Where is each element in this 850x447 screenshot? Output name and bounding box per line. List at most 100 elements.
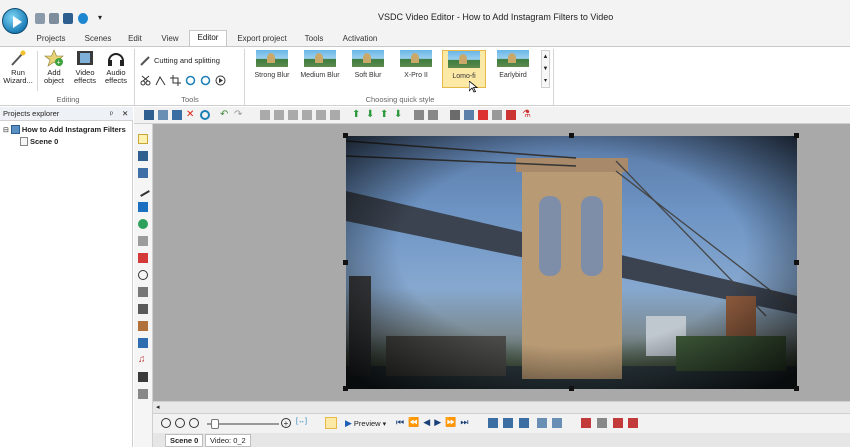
preview-button[interactable]: ▶ Preview ▾ [345, 418, 386, 429]
resize-handle[interactable] [569, 386, 574, 391]
cut-icon[interactable] [144, 110, 154, 120]
transport-controls[interactable]: ⏮⏪◀▶⏩⏭ [396, 417, 472, 428]
resize-handle[interactable] [794, 260, 799, 265]
scene-tab-scene-0[interactable]: Scene 0 [165, 434, 204, 447]
brush-tool-icon[interactable] [138, 287, 148, 297]
select-all-icon[interactable] [200, 110, 210, 120]
paste-icon[interactable] [172, 110, 182, 120]
style-soft-blur[interactable]: Soft Blur [346, 50, 390, 88]
pin-icon[interactable]: ᵖ [110, 107, 113, 121]
rectangle-tool-icon[interactable] [138, 202, 148, 212]
position-icon[interactable] [450, 110, 460, 120]
run-wizard-button[interactable]: Run Wizard... [2, 49, 34, 85]
layout-icon[interactable] [492, 110, 502, 120]
animation-tool-icon[interactable] [138, 321, 148, 331]
crop-icon[interactable] [170, 75, 181, 86]
new-project-icon[interactable] [35, 13, 45, 24]
split-icon[interactable] [519, 418, 529, 428]
move-up-icon[interactable]: ⬆ [352, 110, 362, 120]
loop-icon[interactable] [537, 418, 547, 428]
line-tool-icon[interactable] [136, 183, 150, 197]
curve-tool-icon[interactable] [138, 236, 148, 246]
resize-handle[interactable] [794, 386, 799, 391]
speed-icon[interactable] [215, 75, 226, 86]
undo-icon[interactable]: ↶ [220, 110, 230, 120]
style-gallery-scroll[interactable]: ▲ ▼ ▾ [541, 50, 550, 88]
tree-scene-node[interactable]: Scene 0 [20, 137, 58, 146]
save-icon[interactable] [63, 13, 73, 24]
resize-handle[interactable] [569, 133, 574, 138]
scroll-left-icon[interactable]: ◂ [156, 403, 160, 411]
video-effects-button[interactable]: Video effects [70, 49, 100, 85]
group-icon[interactable] [414, 110, 424, 120]
tab-tools[interactable]: Tools [300, 33, 328, 46]
subtitle-tool-icon[interactable] [138, 253, 148, 263]
pointer-tool-icon[interactable] [138, 134, 148, 144]
tab-export-project[interactable]: Export project [233, 33, 291, 46]
open-icon[interactable] [49, 13, 59, 24]
audio-effects-button[interactable]: Audio effects [101, 49, 131, 85]
zoom-fit-icon[interactable] [189, 418, 199, 428]
play-icon[interactable] [78, 13, 88, 24]
style-earlybird[interactable]: Earlybird [491, 50, 535, 88]
resize-handle[interactable] [794, 133, 799, 138]
fit-timeline-icon[interactable]: [↔] [296, 418, 310, 428]
multi-select-tool-icon[interactable] [138, 151, 148, 161]
marker-next-icon[interactable] [597, 418, 607, 428]
copy-icon[interactable] [158, 110, 168, 120]
tree-project-node[interactable]: ⊟ How to Add Instagram Filters [3, 125, 126, 134]
color-icon[interactable] [478, 110, 488, 120]
style-lomo-fi[interactable]: Lomo-fi [442, 50, 486, 88]
mark-in-icon[interactable] [488, 418, 498, 428]
app-logo-icon[interactable] [2, 8, 28, 34]
cutting-splitting-button[interactable]: Cutting and splitting [140, 55, 220, 66]
marker-icon[interactable] [506, 110, 516, 120]
resize-handle[interactable] [343, 386, 348, 391]
tab-editor[interactable]: Editor [189, 30, 227, 46]
close-icon[interactable]: ✕ [122, 107, 128, 121]
zoom-slider-thumb[interactable] [211, 419, 219, 429]
mark-out-icon[interactable] [503, 418, 513, 428]
align-right-icon[interactable] [288, 110, 298, 120]
scene-tab-video[interactable]: Video: 0_2 [205, 434, 251, 447]
video-tool-icon[interactable] [138, 372, 148, 382]
ellipse-tool-icon[interactable] [138, 219, 148, 229]
audio-sync-icon[interactable] [552, 418, 562, 428]
ungroup-icon[interactable] [428, 110, 438, 120]
send-back-icon[interactable]: ⬇ [394, 110, 404, 120]
align-bottom-icon[interactable] [330, 110, 340, 120]
zoom-out-icon[interactable] [175, 418, 185, 428]
quick-access-dropdown-icon[interactable]: ▾ [98, 13, 102, 22]
tab-activation[interactable]: Activation [338, 33, 382, 46]
style-x-pro-ii[interactable]: X-Pro II [394, 50, 438, 88]
audio-tool-icon[interactable]: ♫ [138, 355, 148, 365]
bring-front-icon[interactable]: ⬆ [380, 110, 390, 120]
resize-handle[interactable] [343, 133, 348, 138]
rotate-right-icon[interactable] [200, 75, 211, 86]
marker-remove-icon[interactable] [613, 418, 623, 428]
resize-handle[interactable] [343, 260, 348, 265]
marker-add-icon[interactable] [581, 418, 591, 428]
delete-icon[interactable]: ✕ [186, 110, 196, 120]
tab-projects[interactable]: Projects [31, 33, 71, 46]
style-medium-blur[interactable]: Medium Blur [298, 50, 342, 88]
effects-icon[interactable]: ⚗ [522, 110, 532, 120]
tab-edit[interactable]: Edit [121, 33, 149, 46]
sprite-tool-icon[interactable] [138, 270, 148, 280]
image-tool-icon[interactable] [138, 338, 148, 348]
more-tools-icon[interactable] [138, 389, 148, 399]
align-center-icon[interactable] [274, 110, 284, 120]
align-left-icon[interactable] [260, 110, 270, 120]
text-tool-icon[interactable] [138, 168, 148, 178]
tab-scenes[interactable]: Scenes [80, 33, 116, 46]
canvas-horizontal-scrollbar[interactable]: ◂ [153, 401, 850, 413]
move-down-icon[interactable]: ⬇ [366, 110, 376, 120]
size-icon[interactable] [464, 110, 474, 120]
collapse-icon[interactable]: ⊟ [3, 126, 9, 134]
trim-icon[interactable] [155, 75, 166, 86]
align-middle-icon[interactable] [316, 110, 326, 120]
tab-view[interactable]: View [156, 33, 184, 46]
align-top-icon[interactable] [302, 110, 312, 120]
style-strong-blur[interactable]: Strong Blur [250, 50, 294, 88]
marker-clear-icon[interactable] [628, 418, 638, 428]
